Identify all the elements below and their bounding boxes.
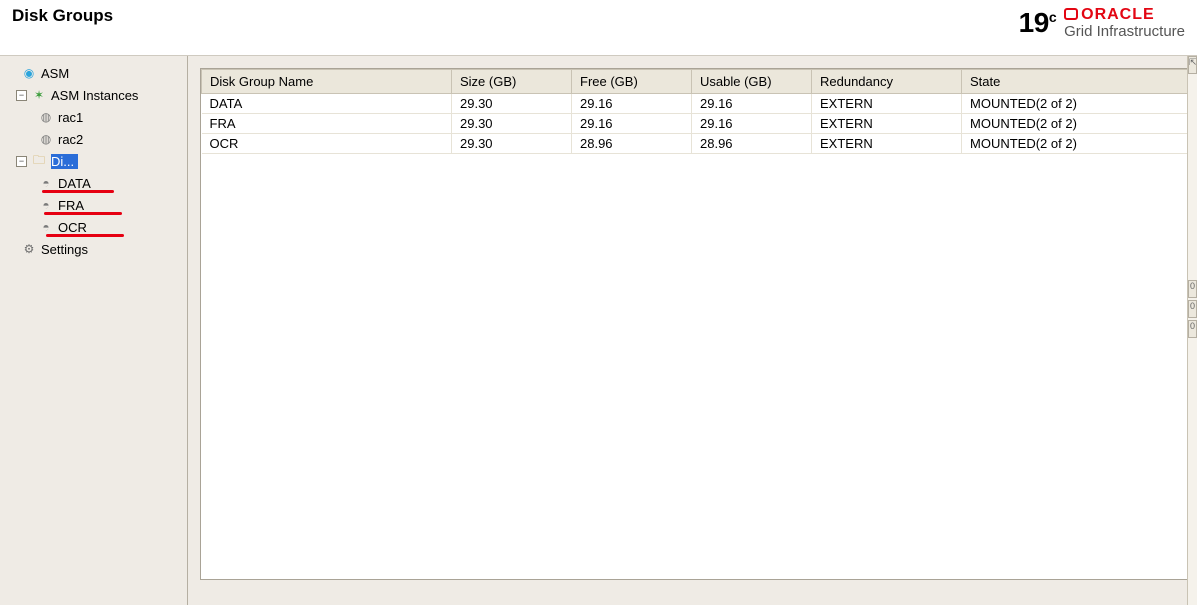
tree-node-instances[interactable]: − ✶ ASM Instances bbox=[2, 84, 185, 106]
tree-node-instance-rac2[interactable]: ◍ rac2 bbox=[2, 128, 185, 150]
col-header-size[interactable]: Size (GB) bbox=[452, 70, 572, 94]
rail-nub[interactable]: ⇱ bbox=[1188, 56, 1197, 74]
disk-icon: ◓ bbox=[38, 175, 54, 191]
tree-label: FRA bbox=[58, 198, 84, 213]
tree-node-instance-rac1[interactable]: ◍ rac1 bbox=[2, 106, 185, 128]
annotation-underline bbox=[42, 190, 114, 193]
disk-icon: ◓ bbox=[38, 197, 54, 213]
cell-state: MOUNTED(2 of 2) bbox=[962, 114, 1190, 134]
brand-version: 19c bbox=[1019, 9, 1056, 37]
gear-icon: ⚙ bbox=[21, 241, 37, 257]
folder-icon: 🗀 bbox=[31, 153, 47, 169]
rail-nub[interactable]: 0 bbox=[1188, 320, 1197, 338]
tree-label: OCR bbox=[58, 220, 87, 235]
table-row[interactable]: FRA 29.30 29.16 29.16 EXTERN MOUNTED(2 o… bbox=[202, 114, 1190, 134]
oracle-o-icon bbox=[1064, 8, 1078, 20]
tree-sidebar: ◉ ASM − ✶ ASM Instances bbox=[0, 56, 188, 605]
tree-toggle-collapse[interactable]: − bbox=[16, 90, 27, 101]
disk-groups-table: Disk Group Name Size (GB) Free (GB) Usab… bbox=[201, 69, 1190, 154]
cell-usable: 29.16 bbox=[692, 114, 812, 134]
col-header-usable[interactable]: Usable (GB) bbox=[692, 70, 812, 94]
database-icon: ◍ bbox=[38, 131, 54, 147]
asm-icon: ◉ bbox=[21, 65, 37, 81]
annotation-underline bbox=[46, 234, 124, 237]
tree-node-settings[interactable]: ⚙ Settings bbox=[2, 238, 185, 260]
table-header-row: Disk Group Name Size (GB) Free (GB) Usab… bbox=[202, 70, 1190, 94]
cell-redundancy: EXTERN bbox=[812, 134, 962, 154]
brand-block: 19c ORACLE Grid Infrastructure bbox=[1019, 6, 1185, 40]
tree-label: Settings bbox=[41, 242, 88, 257]
rail-nub[interactable]: 0 bbox=[1188, 300, 1197, 318]
database-icon: ◍ bbox=[38, 109, 54, 125]
cell-name: OCR bbox=[202, 134, 452, 154]
annotation-underline bbox=[44, 212, 122, 215]
tree-label: rac2 bbox=[58, 132, 83, 147]
cell-free: 29.16 bbox=[572, 94, 692, 114]
main-panel: Disk Group Name Size (GB) Free (GB) Usab… bbox=[188, 56, 1197, 605]
disk-icon: ◓ bbox=[38, 219, 54, 235]
col-header-free[interactable]: Free (GB) bbox=[572, 70, 692, 94]
cell-size: 29.30 bbox=[452, 114, 572, 134]
brand-version-suffix: c bbox=[1049, 9, 1056, 25]
cell-usable: 28.96 bbox=[692, 134, 812, 154]
brand-subtitle: Grid Infrastructure bbox=[1064, 24, 1185, 41]
cell-state: MOUNTED(2 of 2) bbox=[962, 94, 1190, 114]
col-header-redundancy[interactable]: Redundancy bbox=[812, 70, 962, 94]
rail-nub[interactable]: 0 bbox=[1188, 280, 1197, 298]
cell-size: 29.30 bbox=[452, 134, 572, 154]
tree-node-diskgroups[interactable]: − 🗀 Di... bbox=[2, 150, 185, 172]
brand-name: ORACLE bbox=[1064, 6, 1185, 24]
tree-toggle-collapse[interactable]: − bbox=[16, 156, 27, 167]
cell-state: MOUNTED(2 of 2) bbox=[962, 134, 1190, 154]
cell-redundancy: EXTERN bbox=[812, 114, 962, 134]
cell-size: 29.30 bbox=[452, 94, 572, 114]
brand-version-number: 19 bbox=[1019, 7, 1049, 38]
cell-free: 29.16 bbox=[572, 114, 692, 134]
tree-label: ASM bbox=[41, 66, 69, 81]
table-container: Disk Group Name Size (GB) Free (GB) Usab… bbox=[200, 68, 1191, 580]
tree-node-asm[interactable]: ◉ ASM bbox=[2, 62, 185, 84]
table-row[interactable]: DATA 29.30 29.16 29.16 EXTERN MOUNTED(2 … bbox=[202, 94, 1190, 114]
cell-name: DATA bbox=[202, 94, 452, 114]
tree-label: ASM Instances bbox=[51, 88, 138, 103]
cell-usable: 29.16 bbox=[692, 94, 812, 114]
col-header-state[interactable]: State bbox=[962, 70, 1190, 94]
brand-text: ORACLE Grid Infrastructure bbox=[1064, 6, 1185, 40]
table-row[interactable]: OCR 29.30 28.96 28.96 EXTERN MOUNTED(2 o… bbox=[202, 134, 1190, 154]
cell-name: FRA bbox=[202, 114, 452, 134]
tree-label: rac1 bbox=[58, 110, 83, 125]
tree-label-selected: Di... bbox=[51, 154, 78, 169]
cell-free: 28.96 bbox=[572, 134, 692, 154]
tree-label: DATA bbox=[58, 176, 91, 191]
cell-redundancy: EXTERN bbox=[812, 94, 962, 114]
instances-icon: ✶ bbox=[31, 87, 47, 103]
page-title: Disk Groups bbox=[12, 6, 113, 26]
right-rail: ⇱ 0 0 0 bbox=[1187, 56, 1197, 605]
brand-name-label: ORACLE bbox=[1081, 6, 1155, 23]
header-bar: Disk Groups 19c ORACLE Grid Infrastructu… bbox=[0, 0, 1197, 56]
col-header-name[interactable]: Disk Group Name bbox=[202, 70, 452, 94]
